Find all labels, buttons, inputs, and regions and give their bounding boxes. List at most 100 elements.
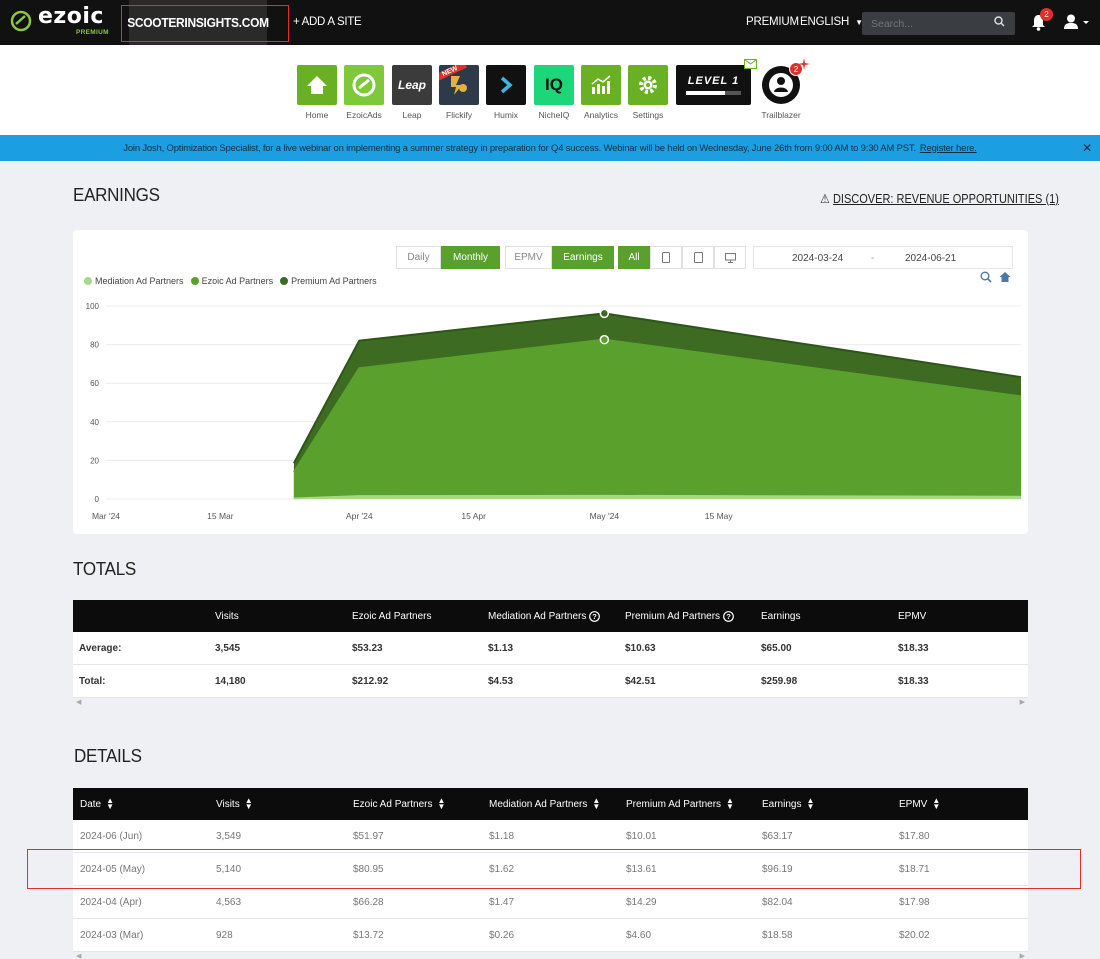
header-label: Visits bbox=[216, 798, 240, 810]
table-cell: $18.58 bbox=[762, 929, 793, 941]
sort-header-premium[interactable]: Premium Ad Partners ▲ ▼ bbox=[626, 788, 734, 820]
leap-icon: Leap bbox=[392, 65, 432, 105]
sort-header-earnings[interactable]: Earnings ▲ ▼ bbox=[762, 788, 814, 820]
details-title: DETAILS bbox=[74, 745, 142, 766]
scroll-left-icon[interactable]: ◀ bbox=[76, 952, 81, 959]
app-level[interactable]: LEVEL 1 bbox=[676, 59, 757, 105]
sort-header-ezoic[interactable]: Ezoic Ad Partners ▲ ▼ bbox=[353, 788, 445, 820]
flickify-icon: NEW bbox=[439, 65, 479, 105]
table-row: Average: 3,545 $53.23 $1.13 $10.63 $65.0… bbox=[73, 632, 1028, 665]
app-humix[interactable]: Humix bbox=[486, 65, 526, 120]
x-tick-label: Apr '24 bbox=[346, 511, 373, 521]
scroll-right-icon[interactable]: ▶ bbox=[1020, 952, 1025, 959]
ezoic-ads-icon bbox=[344, 65, 384, 105]
table-cell: Total: bbox=[79, 675, 106, 687]
horizontal-scrollbar[interactable]: ◀ ▶ bbox=[73, 698, 1028, 710]
y-tick-label: 40 bbox=[90, 418, 99, 427]
scroll-right-icon[interactable]: ▶ bbox=[1020, 698, 1025, 706]
table-cell: $259.98 bbox=[761, 675, 798, 687]
table-row[interactable]: 2024-04 (Apr) 4,563 $66.28 $1.47 $14.29 … bbox=[73, 886, 1028, 919]
sort-icon: ▲ ▼ bbox=[437, 796, 446, 811]
table-cell: $14.29 bbox=[626, 896, 657, 908]
table-cell: $1.13 bbox=[488, 642, 514, 654]
sort-icon: ▲ ▼ bbox=[592, 796, 601, 811]
search-input[interactable] bbox=[862, 12, 1015, 35]
language-dropdown[interactable]: ENGLISH ▼ bbox=[800, 16, 863, 28]
y-tick-label: 0 bbox=[95, 495, 100, 504]
row-highlight-outline bbox=[27, 849, 1081, 889]
close-icon[interactable]: ✕ bbox=[1082, 141, 1092, 155]
ezoic-logo-icon bbox=[10, 10, 32, 32]
search-icon[interactable] bbox=[994, 16, 1005, 27]
earnings-area-chart: 0 20 40 60 80 100 Mar '24 15 Mar Apr '24 15 Apr Ma… bbox=[86, 302, 1022, 521]
app-home[interactable]: Home bbox=[297, 65, 337, 120]
discover-link[interactable]: ⚠ DISCOVER: REVENUE OPPORTUNITIES (1) bbox=[820, 191, 1059, 206]
premium-link[interactable]: PREMIUM bbox=[746, 16, 799, 28]
nicheiq-icon: IQ bbox=[534, 65, 574, 105]
table-cell: $10.63 bbox=[625, 642, 656, 654]
table-cell: $1.47 bbox=[489, 896, 515, 908]
help-icon[interactable]: ? bbox=[589, 610, 601, 622]
scroll-left-icon[interactable]: ◀ bbox=[76, 698, 81, 706]
level-icon: LEVEL 1 bbox=[676, 59, 757, 105]
y-tick-label: 80 bbox=[90, 341, 99, 350]
logo-subtitle: PREMIUM bbox=[76, 29, 109, 36]
trailblazer-icon: 2 bbox=[761, 58, 810, 105]
table-cell: 2024-03 (Mar) bbox=[80, 929, 144, 941]
table-cell: 2024-06 (Jun) bbox=[80, 830, 143, 842]
add-site-link[interactable]: + ADD A SITE bbox=[293, 16, 362, 28]
header-label: EPMV bbox=[899, 798, 928, 810]
app-launcher: Home EzoicAds Leap Leap NEW Flickify Hum… bbox=[0, 45, 1100, 135]
help-icon[interactable]: ? bbox=[723, 610, 734, 622]
data-point-marker bbox=[599, 308, 610, 319]
table-cell: 3,545 bbox=[215, 642, 241, 654]
app-settings[interactable]: Settings bbox=[628, 65, 668, 120]
user-menu[interactable] bbox=[1064, 14, 1090, 35]
language-label: ENGLISH bbox=[800, 16, 850, 28]
site-selector-highlight bbox=[121, 5, 289, 42]
sort-header-visits[interactable]: Visits ▲ ▼ bbox=[216, 788, 253, 820]
table-row[interactable]: 2024-03 (Mar) 928 $13.72 $0.26 $4.60 $18… bbox=[73, 919, 1028, 952]
gear-icon bbox=[628, 65, 668, 105]
x-tick-label: May '24 bbox=[590, 511, 620, 521]
sort-header-epmv[interactable]: EPMV ▲ ▼ bbox=[899, 788, 940, 820]
discover-label: DISCOVER: REVENUE OPPORTUNITIES (1) bbox=[832, 192, 1059, 206]
house-icon bbox=[297, 65, 337, 105]
app-analytics[interactable]: Analytics bbox=[581, 65, 621, 120]
x-tick-label: 15 Mar bbox=[207, 511, 234, 521]
totals-title: TOTALS bbox=[73, 558, 136, 579]
earnings-chart-card: Daily Monthly EPMV Earnings All 2024-03-… bbox=[73, 230, 1028, 534]
humix-icon bbox=[486, 65, 526, 105]
table-cell: 928 bbox=[216, 929, 233, 941]
register-link[interactable]: Register here. bbox=[920, 143, 977, 154]
sort-header-mediation[interactable]: Mediation Ad Partners ▲ ▼ bbox=[489, 788, 600, 820]
notification-badge: 2 bbox=[1040, 8, 1053, 21]
leap-tile-text: Leap bbox=[397, 78, 426, 92]
sort-header-date[interactable]: Date ▲ ▼ bbox=[80, 788, 114, 820]
app-flickify[interactable]: NEW Flickify bbox=[439, 65, 479, 120]
x-tick-label: 15 Apr bbox=[461, 511, 486, 521]
app-trailblazer[interactable]: 2 Trailblazer bbox=[761, 58, 810, 120]
table-cell: $17.98 bbox=[899, 896, 930, 908]
table-cell: 4,563 bbox=[216, 896, 242, 908]
header-cell: Premium Ad Partners ? bbox=[625, 600, 734, 632]
table-cell: $20.02 bbox=[899, 929, 930, 941]
banner-text: Join Josh, Optimization Specialist, for … bbox=[123, 142, 916, 154]
totals-header: Visits Ezoic Ad Partners Mediation Ad Pa… bbox=[73, 600, 1028, 632]
app-leap[interactable]: Leap Leap bbox=[392, 65, 432, 120]
y-tick-label: 100 bbox=[86, 302, 100, 311]
ezoic-logo[interactable]: ezoic PREMIUM bbox=[10, 4, 110, 40]
y-tick-label: 60 bbox=[90, 379, 99, 388]
table-cell: $1.18 bbox=[489, 830, 515, 842]
notifications-button[interactable]: 2 bbox=[1031, 8, 1053, 36]
table-cell: Average: bbox=[79, 642, 122, 654]
app-nicheiq[interactable]: IQ NicheIQ bbox=[534, 65, 574, 120]
header-cell: Mediation Ad Partners ? bbox=[488, 600, 601, 632]
user-icon bbox=[1064, 14, 1089, 29]
app-ezoicads[interactable]: EzoicAds bbox=[344, 65, 384, 120]
app-label: Trailblazer bbox=[761, 110, 801, 120]
table-cell: $212.92 bbox=[352, 675, 389, 687]
horizontal-scrollbar[interactable]: ◀ ▶ bbox=[73, 952, 1028, 959]
earnings-title: EARNINGS bbox=[73, 184, 160, 205]
app-label: Settings bbox=[632, 110, 664, 120]
